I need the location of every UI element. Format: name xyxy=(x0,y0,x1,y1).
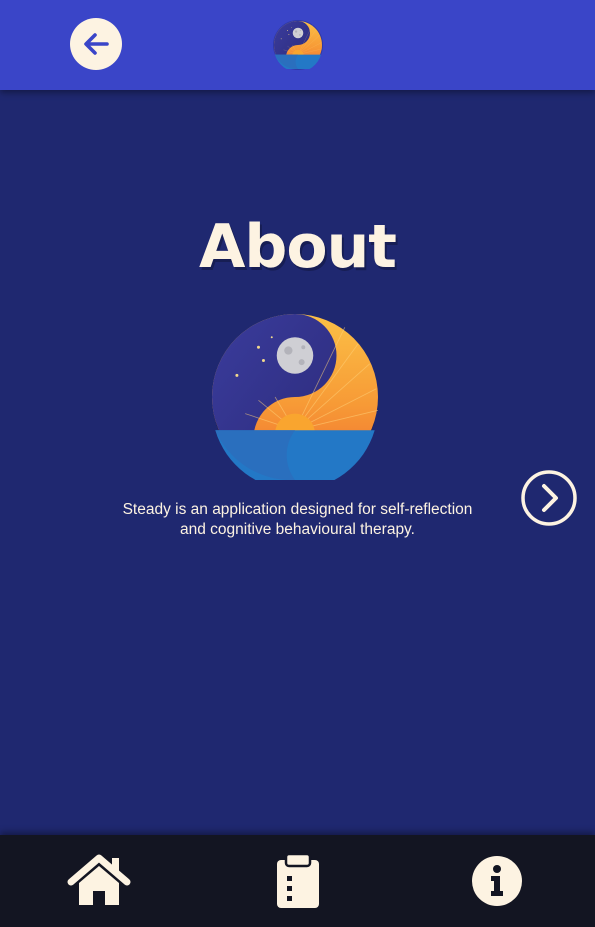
bottom-navigation xyxy=(0,835,595,927)
nav-info-button[interactable] xyxy=(464,850,530,912)
clipboard-icon xyxy=(277,852,319,908)
page-title: About xyxy=(198,212,397,282)
top-app-bar xyxy=(0,0,595,90)
yin-yang-sunset-logo-icon xyxy=(273,20,323,70)
info-icon xyxy=(472,856,522,906)
next-button[interactable] xyxy=(521,470,577,526)
yin-yang-sunset-logo-icon xyxy=(212,314,378,480)
arrow-left-icon xyxy=(84,33,109,55)
nav-journal-button[interactable] xyxy=(265,850,331,912)
back-button[interactable] xyxy=(70,18,122,70)
about-description: Steady is an application designed for se… xyxy=(122,501,473,538)
chevron-right-circle-icon xyxy=(521,470,577,526)
home-icon xyxy=(67,854,131,905)
nav-home-button[interactable] xyxy=(66,850,132,912)
about-screen: About Steady is an application designed … xyxy=(0,0,595,927)
